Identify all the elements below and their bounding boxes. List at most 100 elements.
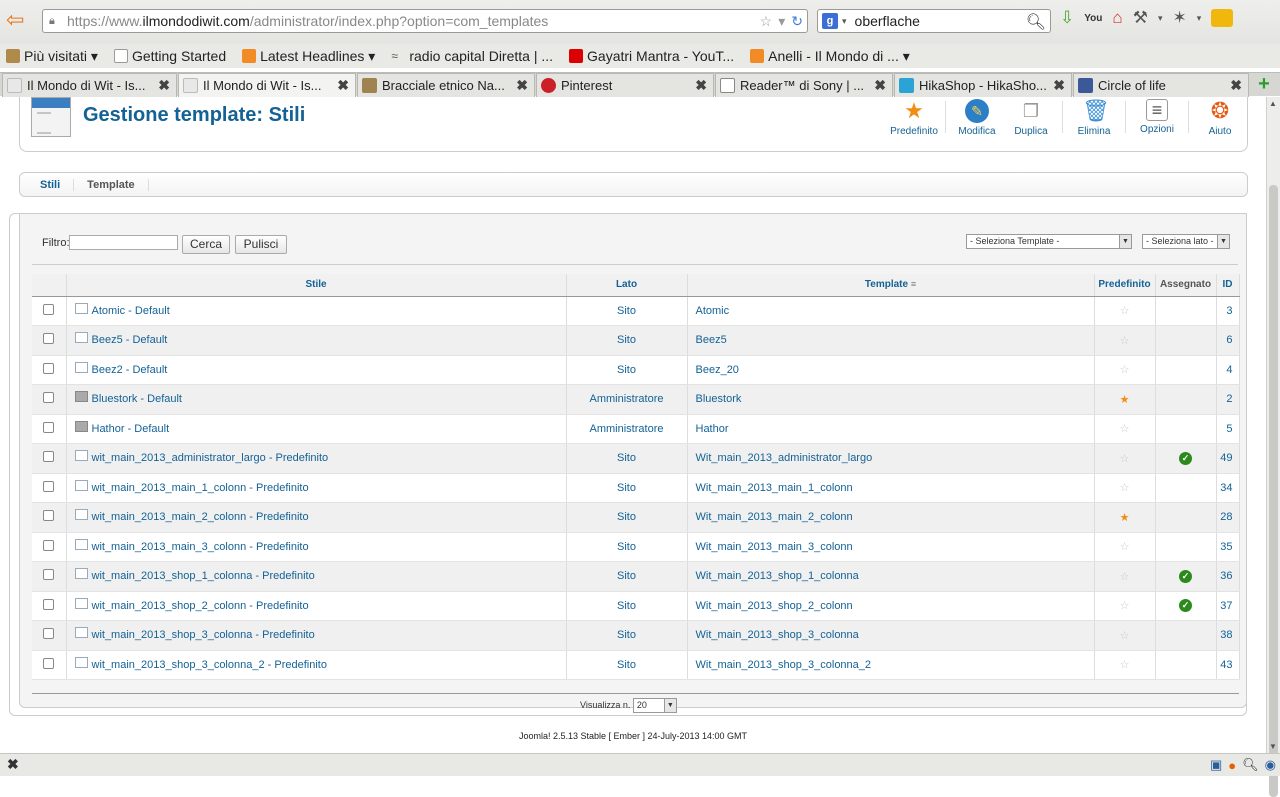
row-checkbox[interactable] [43,421,55,433]
template-link[interactable]: Wit_main_2013_main_2_colonn [696,511,853,523]
firefox-icon[interactable]: ● [1228,758,1236,773]
tab-circle-of-life[interactable]: Circle of life ✖ [1073,73,1249,97]
default-star-icon[interactable]: ★ [1120,512,1130,524]
row-checkbox[interactable] [43,392,55,404]
set-default-star-icon[interactable]: ☆ [1120,335,1130,347]
header-default[interactable]: Predefinito [1094,274,1156,297]
close-icon[interactable]: ✖ [7,756,19,773]
search-field[interactable]: oberflache [855,13,920,29]
style-link[interactable]: wit_main_2013_main_1_colonn - Predefinit… [92,482,309,494]
bookmark-star-icon[interactable]: ☆ [760,13,773,30]
default-star-icon[interactable]: ★ [1120,394,1130,406]
options-button[interactable]: ≡ Opzioni [1130,97,1184,139]
addon-icon[interactable] [1211,9,1234,27]
tab-styles[interactable]: Stili [20,178,75,191]
search-icon[interactable]: 🔍︎ [1026,12,1046,32]
template-thumbnail-icon[interactable] [74,450,88,462]
row-checkbox[interactable] [43,628,55,640]
header-side[interactable]: Lato [566,274,688,297]
set-default-star-icon[interactable]: ☆ [1120,423,1130,435]
template-link[interactable]: Wit_main_2013_shop_2_colonn [696,600,853,612]
style-link[interactable]: Bluestork - Default [92,393,182,405]
tools-icon[interactable]: ⚒ [1133,8,1148,28]
default-button[interactable]: ★ Predefinito [887,97,941,139]
close-icon[interactable]: ✖ [158,77,170,94]
search-icon[interactable]: 🔍︎ [1242,757,1259,773]
style-link[interactable]: Atomic - Default [92,305,170,317]
style-link[interactable]: Hathor - Default [92,423,170,435]
engine-dropdown-icon[interactable]: ▾ [842,16,847,27]
scrollbar-thumb[interactable] [1269,185,1278,797]
delete-button[interactable]: 🗑︎ Elimina [1067,97,1121,139]
row-checkbox[interactable] [43,657,55,669]
template-thumbnail-icon[interactable] [74,568,88,580]
template-thumbnail-icon[interactable] [74,332,88,344]
style-link[interactable]: wit_main_2013_shop_3_colonna_2 - Predefi… [92,659,327,671]
close-icon[interactable]: ✖ [874,77,886,94]
clear-button[interactable]: Pulisci [235,235,287,254]
youtube-icon[interactable]: You [1084,13,1102,24]
reload-icon[interactable]: ↻ [791,13,803,30]
duplicate-button[interactable]: ❐ Duplica [1004,97,1058,139]
menu-dropdown-icon[interactable]: ▾ [1197,13,1202,24]
style-link[interactable]: wit_main_2013_shop_3_colonna - Predefini… [92,629,315,641]
style-link[interactable]: wit_main_2013_main_3_colonn - Predefinit… [92,541,309,553]
limit-select[interactable]: 20 ▼ [632,698,677,713]
template-link[interactable]: Wit_main_2013_main_1_colonn [696,482,853,494]
row-checkbox[interactable] [43,598,55,610]
template-thumbnail-icon[interactable] [74,656,88,668]
tab-il-mondo-di-wit-1[interactable]: Il Mondo di Wit - Is... ✖ [2,73,177,97]
set-default-star-icon[interactable]: ☆ [1120,482,1130,494]
page-scrollbar[interactable]: ▲ ▼ [1266,97,1280,797]
tab-pinterest[interactable]: Pinterest ✖ [536,73,714,97]
bookmark-anelli[interactable]: Anelli - Il Mondo di ... ▾ [750,48,910,65]
side-select[interactable]: - Seleziona lato - ▼ [1142,234,1230,249]
template-link[interactable]: Wit_main_2013_main_3_colonn [696,541,853,553]
filter-input[interactable] [69,235,178,250]
row-checkbox[interactable] [43,451,55,463]
dropbox-icon[interactable]: ▣ [1210,757,1222,773]
set-default-star-icon[interactable]: ☆ [1120,305,1130,317]
style-link[interactable]: Beez2 - Default [92,364,168,376]
template-thumbnail-icon[interactable] [74,627,88,639]
url-bar[interactable]: 🔒︎ https://www.ilmondodiwit.com/administ… [42,9,808,33]
close-icon[interactable]: ✖ [1053,77,1065,94]
search-button[interactable]: Cerca [182,235,230,254]
template-thumbnail-icon[interactable] [74,509,88,521]
dropdown-arrow-icon[interactable]: ▾ [778,13,785,30]
template-thumbnail-icon[interactable] [74,597,88,609]
search-bar[interactable]: g ▾ oberflache 🔍︎ [817,9,1051,33]
template-link[interactable]: Wit_main_2013_shop_3_colonna_2 [696,659,872,671]
tab-bracciale-etnico[interactable]: Bracciale etnico Na... ✖ [357,73,535,97]
template-link[interactable]: Bluestork [696,393,742,405]
globe-icon[interactable]: ◉ [1265,757,1276,773]
download-icon[interactable]: ⇩ [1060,8,1074,28]
close-icon[interactable]: ✖ [695,77,707,94]
chevron-down-icon[interactable]: ▾ [1158,13,1163,24]
template-thumbnail-icon[interactable] [74,361,88,373]
style-link[interactable]: wit_main_2013_administrator_largo - Pred… [92,452,329,464]
set-default-star-icon[interactable]: ☆ [1120,659,1130,671]
template-select[interactable]: - Seleziona Template - ▼ [966,234,1132,249]
bug-icon[interactable]: ✶ [1172,8,1186,28]
set-default-star-icon[interactable]: ☆ [1120,630,1130,642]
row-checkbox[interactable] [43,510,55,522]
template-link[interactable]: Wit_main_2013_shop_3_colonna [696,629,859,641]
style-link[interactable]: wit_main_2013_main_2_colonn - Predefinit… [92,511,309,523]
row-checkbox[interactable] [43,303,55,315]
template-link[interactable]: Wit_main_2013_administrator_largo [696,452,873,464]
back-arrow-icon[interactable]: ⇦ [6,9,32,32]
google-icon[interactable]: g [822,13,838,29]
home-icon[interactable]: ⌂ [1112,8,1122,28]
scroll-up-icon[interactable]: ▲ [1269,99,1277,108]
bookmark-gayatri-mantra[interactable]: Gayatri Mantra - YouT... [569,48,734,64]
new-tab-icon[interactable]: + [1252,74,1276,95]
row-checkbox[interactable] [43,480,55,492]
tab-templates[interactable]: Template [74,178,149,191]
bookmark-latest-headlines[interactable]: Latest Headlines ▾ [242,48,375,65]
close-icon[interactable]: ✖ [337,77,349,94]
row-checkbox[interactable] [43,539,55,551]
template-thumbnail-icon[interactable] [74,391,88,403]
close-icon[interactable]: ✖ [516,77,528,94]
set-default-star-icon[interactable]: ☆ [1120,453,1130,465]
